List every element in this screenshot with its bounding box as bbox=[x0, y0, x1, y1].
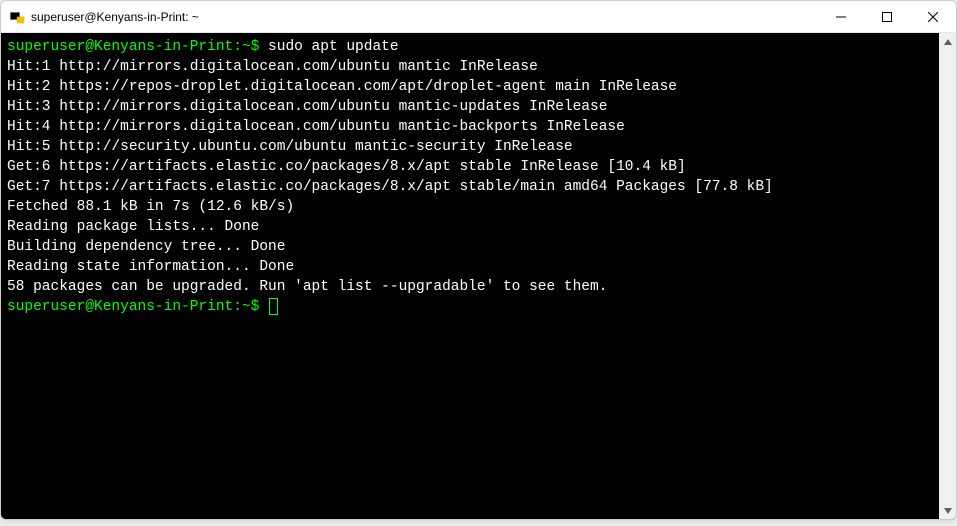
output-line: Hit:3 http://mirrors.digitalocean.com/ub… bbox=[7, 99, 607, 115]
minimize-icon bbox=[836, 12, 846, 22]
output-line: Hit:1 http://mirrors.digitalocean.com/ub… bbox=[7, 59, 538, 75]
terminal-body: superuser@Kenyans-in-Print:~$ sudo apt u… bbox=[1, 33, 956, 519]
prompt: superuser@Kenyans-in-Print:~$ bbox=[7, 39, 268, 55]
window-controls bbox=[818, 1, 956, 32]
chevron-up-icon bbox=[944, 39, 952, 45]
scroll-up-button[interactable] bbox=[939, 33, 956, 50]
output-line: Get:7 https://artifacts.elastic.co/packa… bbox=[7, 179, 773, 195]
titlebar[interactable]: superuser@Kenyans-in-Print: ~ bbox=[1, 1, 956, 33]
output-line: Building dependency tree... Done bbox=[7, 239, 285, 255]
output-line: Hit:2 https://repos-droplet.digitalocean… bbox=[7, 79, 677, 95]
scrollbar[interactable] bbox=[939, 33, 956, 519]
prompt: superuser@Kenyans-in-Print:~$ bbox=[7, 299, 268, 315]
terminal-output[interactable]: superuser@Kenyans-in-Print:~$ sudo apt u… bbox=[1, 33, 939, 519]
output-line: Hit:4 http://mirrors.digitalocean.com/ub… bbox=[7, 119, 625, 135]
maximize-button[interactable] bbox=[864, 1, 910, 33]
output-line: Get:6 https://artifacts.elastic.co/packa… bbox=[7, 159, 686, 175]
window-title: superuser@Kenyans-in-Print: ~ bbox=[31, 10, 818, 24]
chevron-down-icon bbox=[944, 508, 952, 514]
output-line: Fetched 88.1 kB in 7s (12.6 kB/s) bbox=[7, 199, 294, 215]
command: sudo apt update bbox=[268, 39, 399, 55]
output-line: Reading package lists... Done bbox=[7, 219, 259, 235]
cursor bbox=[269, 298, 278, 315]
maximize-icon bbox=[882, 12, 892, 22]
output-line: 58 packages can be upgraded. Run 'apt li… bbox=[7, 279, 607, 295]
minimize-button[interactable] bbox=[818, 1, 864, 33]
close-button[interactable] bbox=[910, 1, 956, 33]
putty-icon bbox=[9, 9, 25, 25]
scroll-down-button[interactable] bbox=[939, 502, 956, 519]
output-line: Reading state information... Done bbox=[7, 259, 294, 275]
close-icon bbox=[928, 12, 938, 22]
scrollbar-track[interactable] bbox=[939, 50, 956, 502]
terminal-window: superuser@Kenyans-in-Print: ~ superuser@… bbox=[0, 0, 957, 520]
output-line: Hit:5 http://security.ubuntu.com/ubuntu … bbox=[7, 139, 573, 155]
